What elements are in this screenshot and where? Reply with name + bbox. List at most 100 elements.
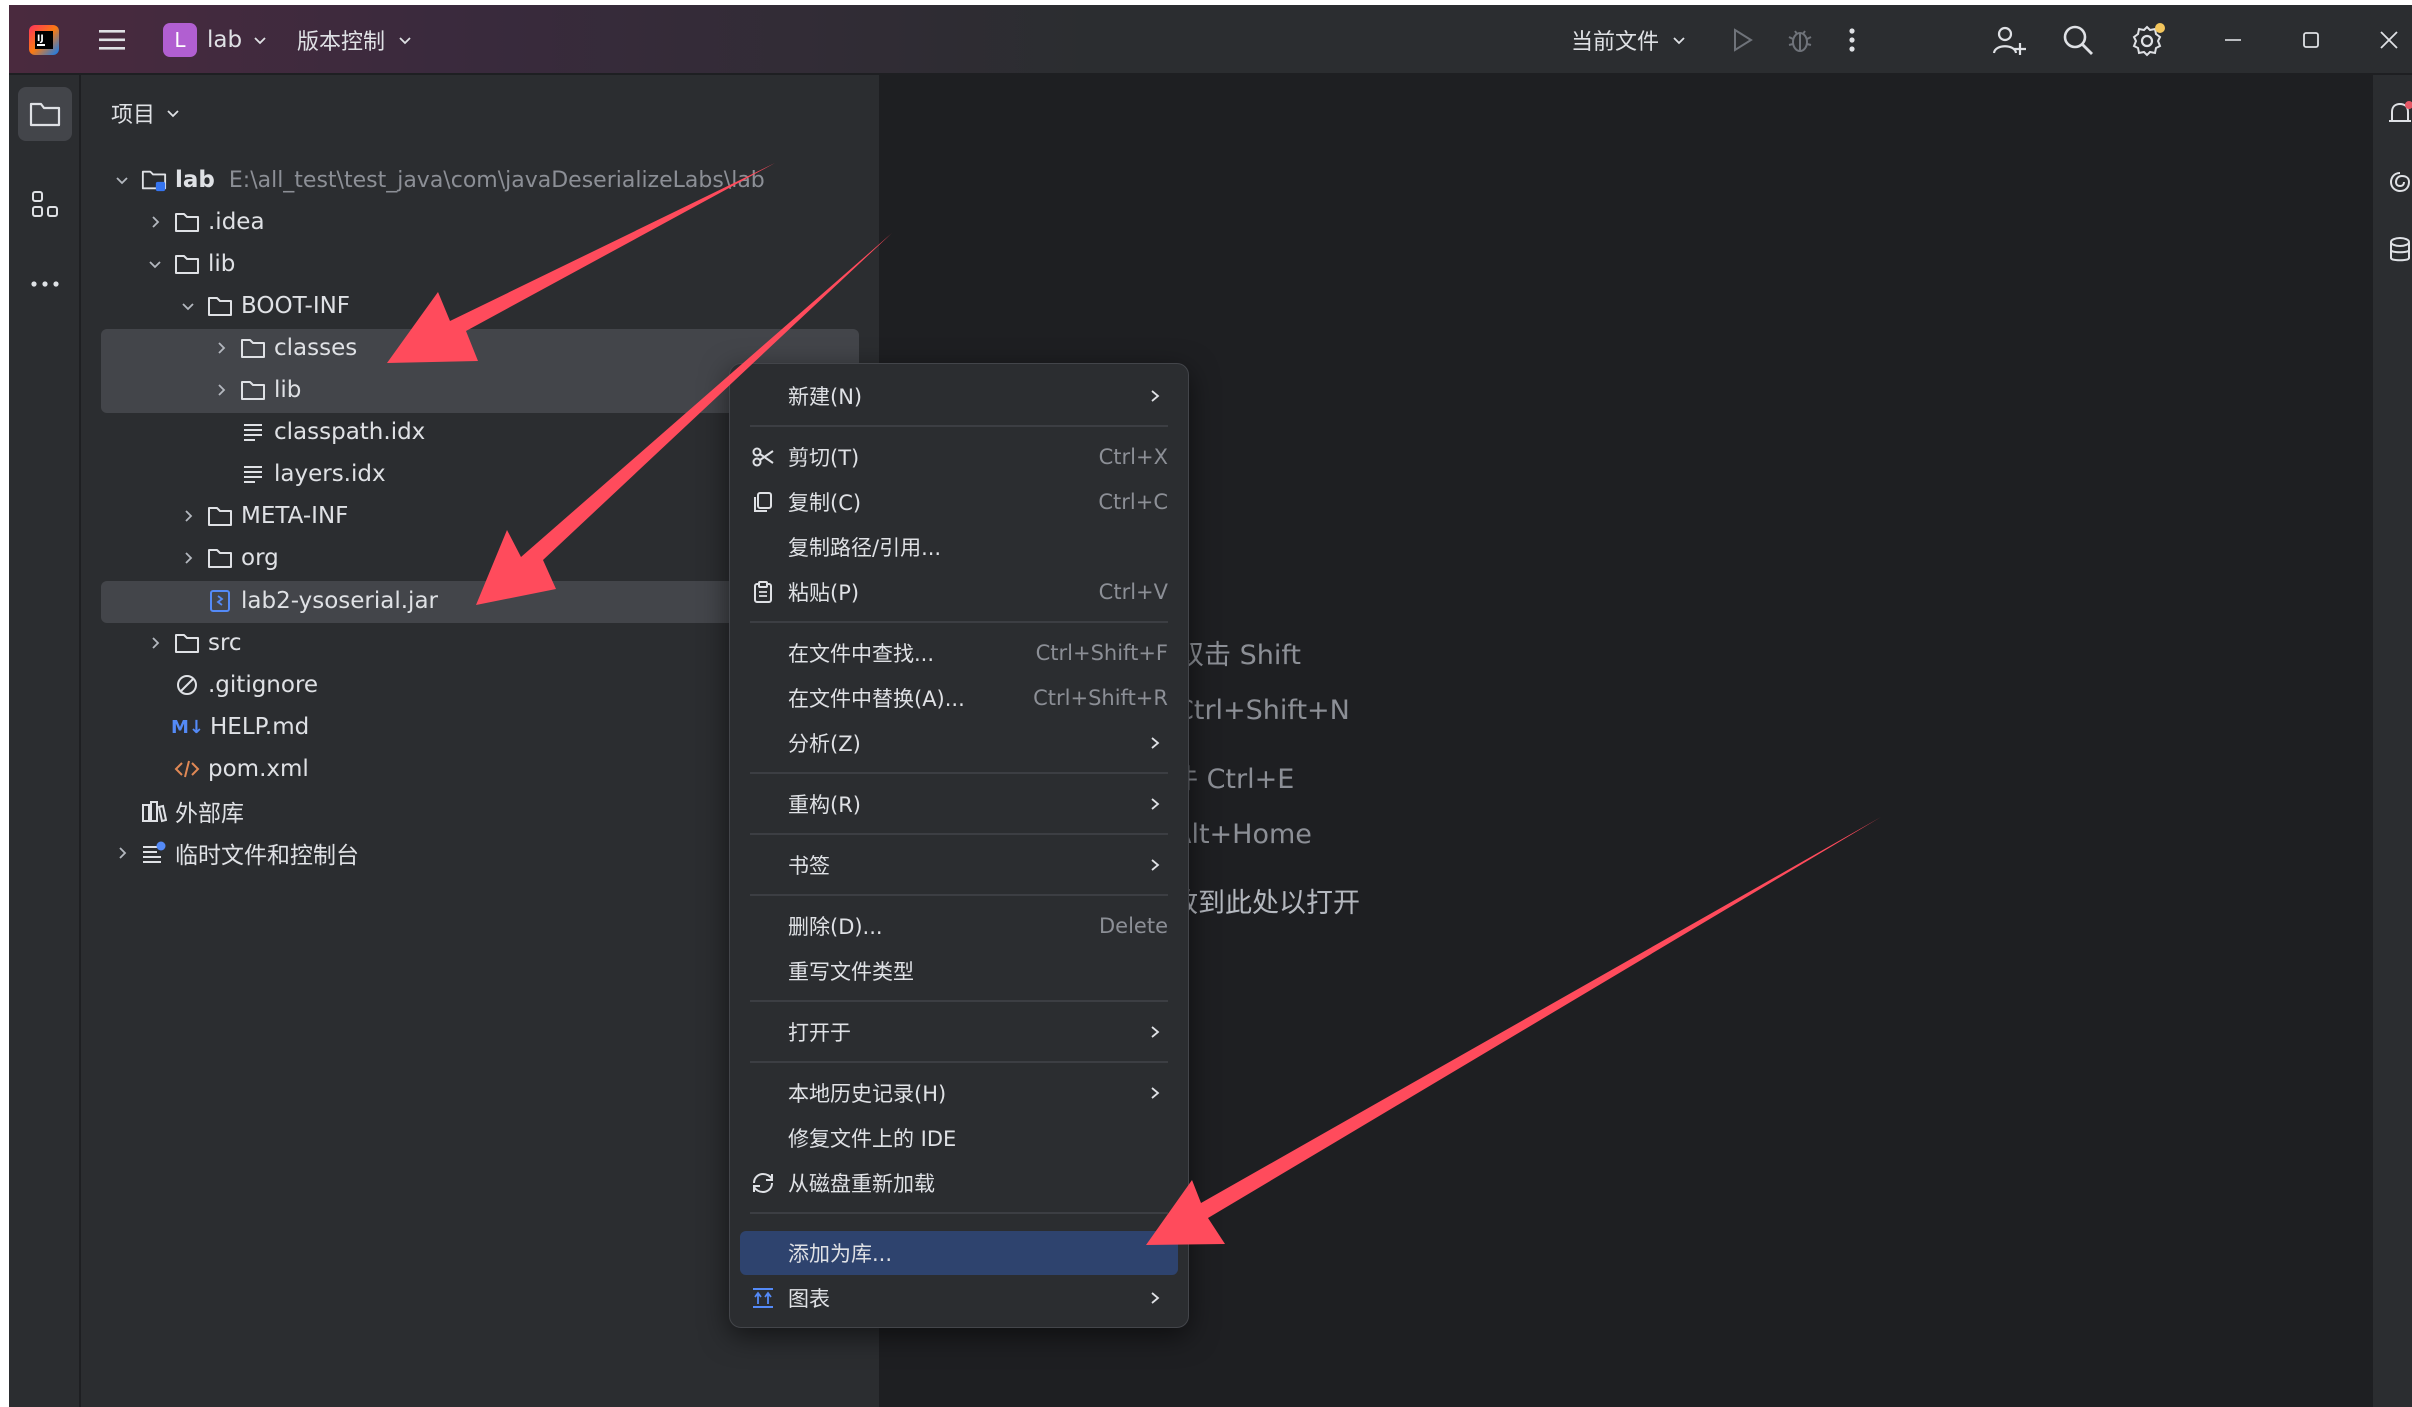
run-icon[interactable] <box>1727 25 1757 55</box>
menu-item-paste[interactable]: 粘贴(P) Ctrl+V <box>740 570 1178 614</box>
tree-row-idea[interactable]: .idea <box>144 202 265 242</box>
main-menu-icon[interactable] <box>97 25 129 55</box>
menu-item-cut[interactable]: 剪切(T) Ctrl+X <box>740 435 1178 479</box>
menu-item-repair-ide[interactable]: 修复文件上的 IDE <box>740 1116 1178 1160</box>
tree-row-meta-inf[interactable]: META-INF <box>177 496 348 536</box>
settings-gear-icon[interactable] <box>2129 21 2167 59</box>
scissors-icon <box>750 444 776 470</box>
markdown-icon: M↓ <box>171 716 204 738</box>
run-config-selector[interactable]: 当前文件 <box>1571 23 1687 57</box>
tree-row-lab[interactable]: lab E:\all_test\test_java\com\javaDeseri… <box>111 160 765 200</box>
notifications-icon[interactable] <box>2387 99 2412 133</box>
chevron-right-icon[interactable] <box>177 505 199 527</box>
menu-item-copy[interactable]: 复制(C) Ctrl+C <box>740 480 1178 524</box>
structure-tool-icon[interactable] <box>28 187 62 221</box>
menu-item-replace-in-files[interactable]: 在文件中替换(A)... Ctrl+Shift+R <box>740 676 1178 720</box>
menu-separator <box>750 772 1168 774</box>
chevron-right-icon[interactable] <box>144 211 166 233</box>
tree-row-classpath-idx[interactable]: classpath.idx <box>240 412 425 452</box>
tree-row-lib[interactable]: lib <box>144 244 235 284</box>
menu-item-override-file-type[interactable]: 重写文件类型 <box>740 949 1178 993</box>
maximize-icon[interactable] <box>2299 25 2323 55</box>
folder-icon <box>174 209 200 235</box>
title-bar: IJ L lab 版本控制 当前文件 <box>9 5 2412 74</box>
database-icon[interactable] <box>2387 235 2412 269</box>
menu-item-open-in[interactable]: 打开于 <box>740 1010 1178 1054</box>
xml-file-icon <box>174 756 200 782</box>
project-path: E:\all_test\test_java\com\javaDeserializ… <box>228 167 765 193</box>
menu-separator <box>750 425 1168 427</box>
editor-hint-search-everywhere: 双击 Shift <box>1177 640 1301 671</box>
chevron-down-icon[interactable] <box>177 295 199 317</box>
tree-row-scratches[interactable]: 临时文件和控制台 <box>111 833 359 873</box>
menu-item-local-history[interactable]: 本地历史记录(H) <box>740 1071 1178 1115</box>
copy-icon <box>750 489 776 515</box>
menu-item-diagrams[interactable]: 图表 <box>740 1276 1178 1320</box>
right-tool-strip <box>2371 75 2412 1407</box>
editor-hint-goto-file: Ctrl+Shift+N <box>1175 695 1350 726</box>
menu-item-new[interactable]: 新建(N) <box>740 374 1178 418</box>
tree-row-classes[interactable]: classes <box>210 328 357 368</box>
vcs-menu[interactable]: 版本控制 <box>297 23 413 57</box>
menu-item-add-as-library[interactable]: 添加为库... <box>740 1231 1178 1275</box>
menu-item-copy-path[interactable]: 复制路径/引用... <box>740 525 1178 569</box>
tree-row-boot-inf[interactable]: BOOT-INF <box>177 286 350 326</box>
chevron-right-icon[interactable] <box>210 337 232 359</box>
close-icon[interactable] <box>2377 25 2401 55</box>
menu-item-bookmarks[interactable]: 书签 <box>740 843 1178 887</box>
tree-row-jar[interactable]: lab2-ysoserial.jar <box>207 581 438 621</box>
tree-row-org[interactable]: org <box>177 538 279 578</box>
add-user-icon[interactable] <box>1991 23 2027 57</box>
editor-hint-navigation-bar: Alt+Home <box>1173 819 1312 850</box>
minimize-icon[interactable] <box>2221 25 2245 55</box>
ai-assistant-icon[interactable] <box>2387 167 2412 201</box>
run-config-label: 当前文件 <box>1571 30 1660 55</box>
menu-item-delete[interactable]: 删除(D)... Delete <box>740 904 1178 948</box>
chevron-right-icon[interactable] <box>210 379 232 401</box>
chevron-right-icon[interactable] <box>111 842 133 864</box>
library-icon <box>141 798 167 824</box>
vcs-label: 版本控制 <box>297 30 386 55</box>
tree-row-pom-xml[interactable]: pom.xml <box>174 749 309 789</box>
tree-row-help-md[interactable]: M↓ HELP.md <box>171 707 309 747</box>
chevron-down-icon[interactable] <box>111 169 133 191</box>
folder-icon <box>207 503 233 529</box>
tree-row-boot-lib[interactable]: lib <box>210 370 301 410</box>
folder-icon <box>240 377 266 403</box>
chevron-right-icon <box>1148 735 1164 751</box>
ignore-file-icon <box>174 672 200 698</box>
tree-row-gitignore[interactable]: .gitignore <box>174 665 318 705</box>
chevron-right-icon <box>1148 796 1164 812</box>
debug-icon[interactable] <box>1785 25 1815 55</box>
search-icon[interactable] <box>2061 23 2095 57</box>
project-panel-title[interactable]: 项目 <box>111 97 181 129</box>
tree-row-external-libraries[interactable]: 外部库 <box>141 791 244 831</box>
chevron-right-icon <box>1148 1085 1164 1101</box>
more-actions-icon[interactable] <box>1845 25 1859 55</box>
menu-item-reload-from-disk[interactable]: 从磁盘重新加载 <box>740 1161 1178 1205</box>
module-folder-icon <box>141 167 167 193</box>
chevron-down-icon <box>1671 32 1687 48</box>
project-badge: L <box>163 23 197 57</box>
chevron-right-icon[interactable] <box>177 547 199 569</box>
project-tool-folder-icon[interactable] <box>18 87 72 141</box>
folder-icon <box>207 545 233 571</box>
more-tools-icon[interactable] <box>28 267 62 301</box>
menu-separator <box>750 1061 1168 1063</box>
menu-item-find-in-files[interactable]: 在文件中查找... Ctrl+Shift+F <box>740 631 1178 675</box>
chevron-right-icon <box>1148 388 1164 404</box>
chevron-right-icon[interactable] <box>144 632 166 654</box>
project-selector[interactable]: L lab <box>163 23 268 57</box>
tree-row-src[interactable]: src <box>144 623 242 663</box>
tree-row-layers-idx[interactable]: layers.idx <box>240 454 386 494</box>
menu-separator <box>750 894 1168 896</box>
menu-item-refactor[interactable]: 重构(R) <box>740 782 1178 826</box>
chevron-right-icon <box>1148 857 1164 873</box>
intellij-logo-icon[interactable]: IJ <box>27 23 61 57</box>
menu-item-analyze[interactable]: 分析(Z) <box>740 721 1178 765</box>
chevron-right-icon <box>1148 1024 1164 1040</box>
left-tool-strip <box>9 75 81 1407</box>
chevron-down-icon[interactable] <box>144 253 166 275</box>
menu-separator <box>750 833 1168 835</box>
menu-separator <box>750 1212 1168 1214</box>
